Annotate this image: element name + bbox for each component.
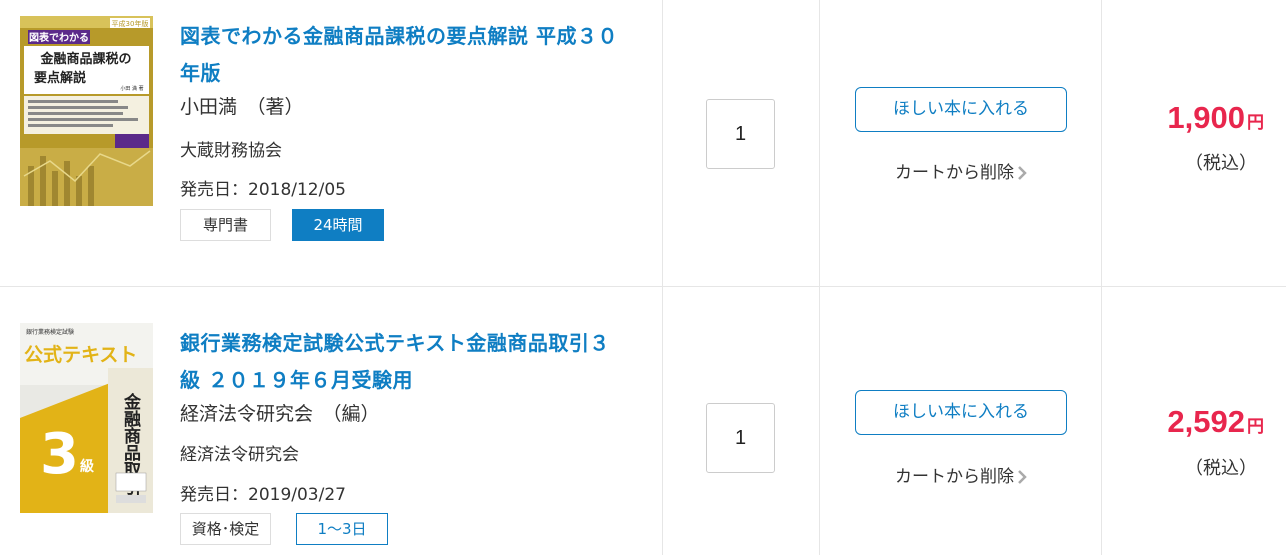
- cover-line1: 図表でわかる: [29, 31, 89, 44]
- cover-badge-text: 平成30年版: [112, 19, 149, 28]
- quantity-input[interactable]: 1: [706, 403, 775, 473]
- release-date: 発売日：2018/12/05: [180, 180, 346, 200]
- cover-line2: 金融商品課税の: [39, 51, 131, 67]
- column-divider: [1101, 0, 1102, 286]
- tax-label: （税込）: [1185, 153, 1257, 174]
- genre-tag: 専門書: [180, 209, 271, 241]
- cover-heading: 公式テキスト: [24, 343, 137, 366]
- price: 2,592 円: [1167, 404, 1264, 440]
- shipping-tag: 24時間: [292, 209, 384, 241]
- book-publisher: 大蔵財務協会: [180, 141, 282, 161]
- cart-item-row: 平成30年版 図表でわかる 金融商品課税の 要点解説 小田 満 著 図表でわかる…: [0, 0, 1286, 287]
- shipping-tag: 1～3日: [296, 513, 388, 545]
- book-publisher: 経済法令研究会: [180, 445, 299, 465]
- price-value: 1,900: [1167, 100, 1245, 135]
- column-divider: [1101, 287, 1102, 555]
- price-unit: 円: [1247, 417, 1264, 437]
- add-to-wishlist-button[interactable]: ほしい本に入れる: [855, 87, 1067, 132]
- add-to-wishlist-button[interactable]: ほしい本に入れる: [855, 390, 1067, 435]
- cover-grade-suffix: 級: [80, 458, 94, 475]
- cover-author: 小田 満 著: [120, 85, 143, 92]
- price-value: 2,592: [1167, 404, 1245, 439]
- book-title-link[interactable]: 図表でわかる金融商品課税の要点解説 平成３０年版: [180, 18, 630, 92]
- column-divider: [662, 0, 663, 286]
- tax-label: （税込）: [1185, 458, 1257, 479]
- remove-from-cart-link[interactable]: カートから削除: [895, 158, 1027, 183]
- cover-grade: 3: [40, 422, 79, 487]
- price-unit: 円: [1247, 113, 1264, 133]
- book-cover-image[interactable]: 銀行業務検定試験 公式テキスト 3 級 金融商品取引: [20, 323, 153, 513]
- book-author: 経済法令研究会 （編）: [180, 403, 380, 425]
- chevron-right-icon: [1018, 470, 1027, 484]
- remove-label: カートから削除: [895, 467, 1014, 487]
- remove-label: カートから削除: [895, 163, 1014, 183]
- quantity-input[interactable]: 1: [706, 99, 775, 169]
- column-divider: [819, 0, 820, 286]
- column-divider: [819, 287, 820, 555]
- remove-from-cart-link[interactable]: カートから削除: [895, 462, 1027, 487]
- chevron-right-icon: [1018, 166, 1027, 180]
- book-cover-image[interactable]: 平成30年版 図表でわかる 金融商品課税の 要点解説 小田 満 著: [20, 16, 153, 206]
- cover-top-text: 銀行業務検定試験: [26, 328, 74, 336]
- cart-item-row: 銀行業務検定試験 公式テキスト 3 級 金融商品取引 銀行業務検定試験公式テキス…: [0, 287, 1286, 555]
- cover-line3: 要点解説: [34, 70, 86, 86]
- release-date: 発売日：2019/03/27: [180, 485, 346, 505]
- book-author: 小田満 （著）: [180, 96, 304, 118]
- genre-tag: 資格･検定: [180, 513, 271, 545]
- column-divider: [662, 287, 663, 555]
- book-title-link[interactable]: 銀行業務検定試験公式テキスト金融商品取引３級 ２０１９年６月受験用: [180, 325, 630, 399]
- price: 1,900 円: [1167, 100, 1264, 136]
